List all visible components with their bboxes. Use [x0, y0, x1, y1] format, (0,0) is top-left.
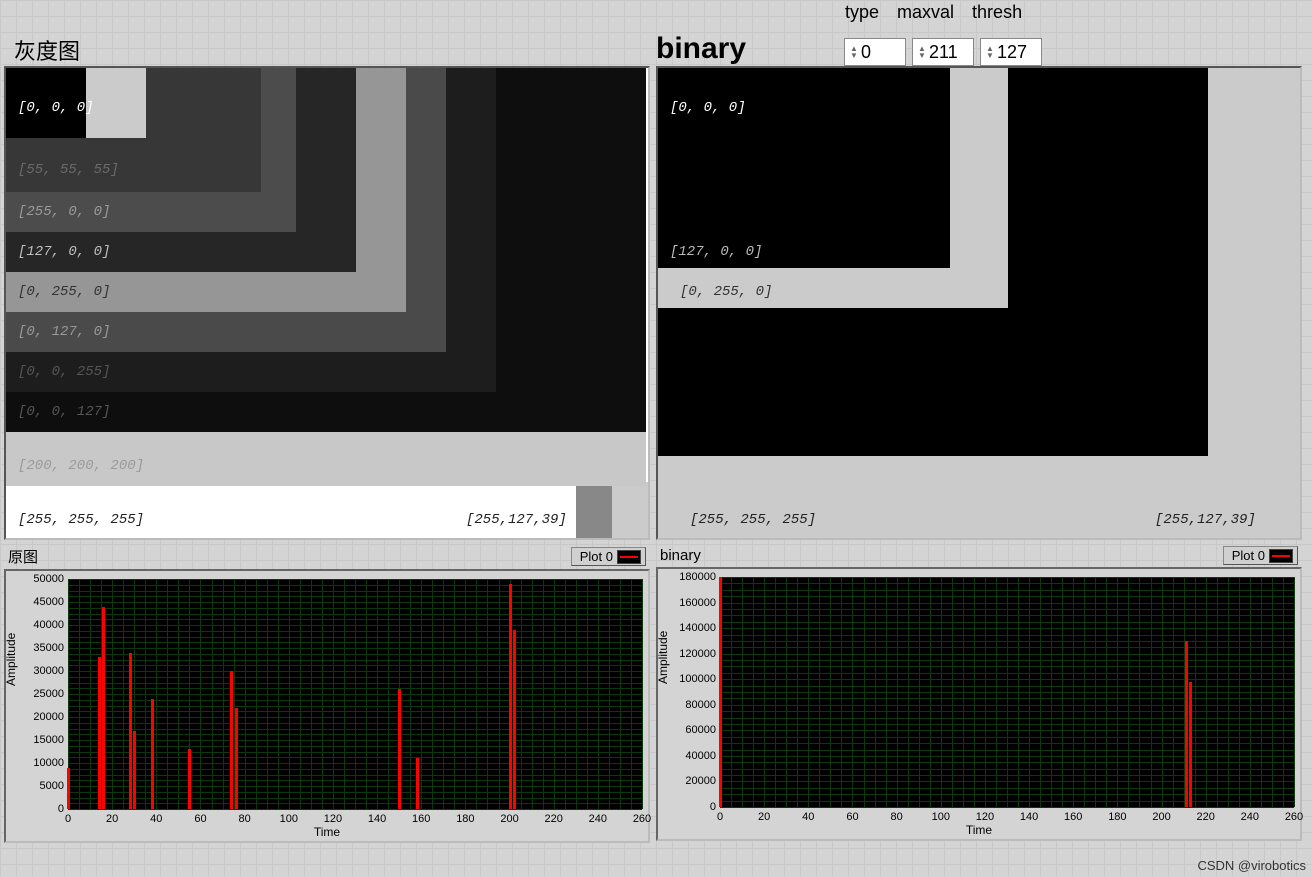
y-tick: 20000: [662, 775, 716, 787]
plot-legend-button[interactable]: Plot 0: [571, 547, 646, 566]
histogram-bar: [719, 577, 722, 807]
histogram-bar: [102, 607, 105, 809]
y-tick: 45000: [10, 596, 64, 608]
histogram-bar: [129, 653, 132, 809]
y-tick: 20000: [10, 711, 64, 723]
pixel-annotation: [127, 0, 0]: [18, 244, 110, 260]
histogram-bar: [509, 584, 512, 809]
histogram-bar: [416, 758, 419, 809]
y-tick: 140000: [662, 622, 716, 634]
y-tick: 40000: [662, 750, 716, 762]
maxval-label: maxval: [897, 2, 954, 23]
y-tick: 30000: [10, 665, 64, 677]
plot-binary-title: binary: [660, 547, 701, 564]
pixel-annotation: [127, 0, 0]: [670, 244, 762, 260]
plot-legend-button[interactable]: Plot 0: [1223, 546, 1298, 565]
maxval-stepper[interactable]: ▲▼: [912, 38, 974, 66]
stepper-arrows-icon[interactable]: ▲▼: [847, 39, 861, 65]
type-label: type: [845, 2, 879, 23]
pixel-annotation: [255,127,39]: [466, 512, 567, 528]
legend-label: Plot 0: [580, 549, 613, 564]
y-tick: 35000: [10, 642, 64, 654]
pixel-annotation: [0, 127, 0]: [18, 324, 110, 340]
histogram-bar: [398, 689, 401, 809]
y-tick: 5000: [10, 780, 64, 792]
gray-histogram-plot[interactable]: Amplitude0500010000150002000025000300003…: [10, 575, 644, 837]
y-tick: 15000: [10, 734, 64, 746]
plot-gray-title: 原图: [8, 546, 38, 567]
y-tick: 160000: [662, 597, 716, 609]
pixel-annotation: [255, 255, 255]: [690, 512, 816, 528]
histogram-bar: [188, 749, 191, 809]
y-tick: 25000: [10, 688, 64, 700]
histogram-bar: [235, 708, 238, 809]
histogram-bar: [151, 699, 154, 809]
histogram-bar: [230, 671, 233, 809]
x-axis-label: Time: [10, 823, 644, 839]
y-tick: 120000: [662, 648, 716, 660]
y-tick: 100000: [662, 673, 716, 685]
histogram-bar: [67, 768, 70, 809]
thresh-stepper[interactable]: ▲▼: [980, 38, 1042, 66]
y-tick: 40000: [10, 619, 64, 631]
grayscale-image: [0, 0, 0] [55, 55, 55] [255, 0, 0] [127, 0,…: [4, 66, 650, 540]
y-tick: 60000: [662, 724, 716, 736]
stepper-arrows-icon[interactable]: ▲▼: [915, 39, 929, 65]
pixel-annotation: [0, 0, 127]: [18, 404, 110, 420]
maxval-input[interactable]: [929, 42, 969, 63]
pixel-annotation: [0, 0, 255]: [18, 364, 110, 380]
y-axis-label: Amplitude: [4, 633, 18, 686]
legend-label: Plot 0: [1232, 548, 1265, 563]
pixel-annotation: [0, 255, 0]: [18, 284, 110, 300]
thresh-input[interactable]: [997, 42, 1037, 63]
histogram-bar: [1189, 682, 1192, 807]
y-tick: 50000: [10, 573, 64, 585]
y-tick: 80000: [662, 699, 716, 711]
thresh-label: thresh: [972, 2, 1022, 23]
pixel-annotation: [0, 255, 0]: [680, 284, 772, 300]
pixel-annotation: [255,127,39]: [1155, 512, 1256, 528]
pixel-annotation: [55, 55, 55]: [18, 162, 119, 178]
pixel-annotation: [200, 200, 200]: [18, 458, 144, 474]
stepper-arrows-icon[interactable]: ▲▼: [983, 39, 997, 65]
pixel-annotation: [0, 0, 0]: [670, 100, 746, 116]
plot-line-icon: [617, 550, 641, 564]
gray-title: 灰度图: [14, 34, 650, 66]
y-tick: 10000: [10, 757, 64, 769]
pixel-annotation: [255, 0, 0]: [18, 204, 110, 220]
binary-histogram-plot[interactable]: Amplitude0200004000060000800001000001200…: [662, 573, 1296, 835]
histogram-bar: [1185, 641, 1188, 807]
histogram-bar: [98, 657, 101, 809]
histogram-bar: [133, 731, 136, 809]
binary-title: binary: [656, 32, 838, 66]
watermark: CSDN @virobotics: [1197, 858, 1306, 873]
pixel-annotation: [255, 255, 255]: [18, 512, 144, 528]
plot-line-icon: [1269, 549, 1293, 563]
type-input[interactable]: [861, 42, 901, 63]
binary-image: [0, 0, 0] [127, 0, 0] [0, 255, 0] [255, 255…: [656, 66, 1302, 540]
x-axis-label: Time: [662, 821, 1296, 837]
pixel-annotation: [0, 0, 0]: [18, 100, 94, 116]
histogram-bar: [513, 630, 516, 809]
type-stepper[interactable]: ▲▼: [844, 38, 906, 66]
y-tick: 180000: [662, 571, 716, 583]
